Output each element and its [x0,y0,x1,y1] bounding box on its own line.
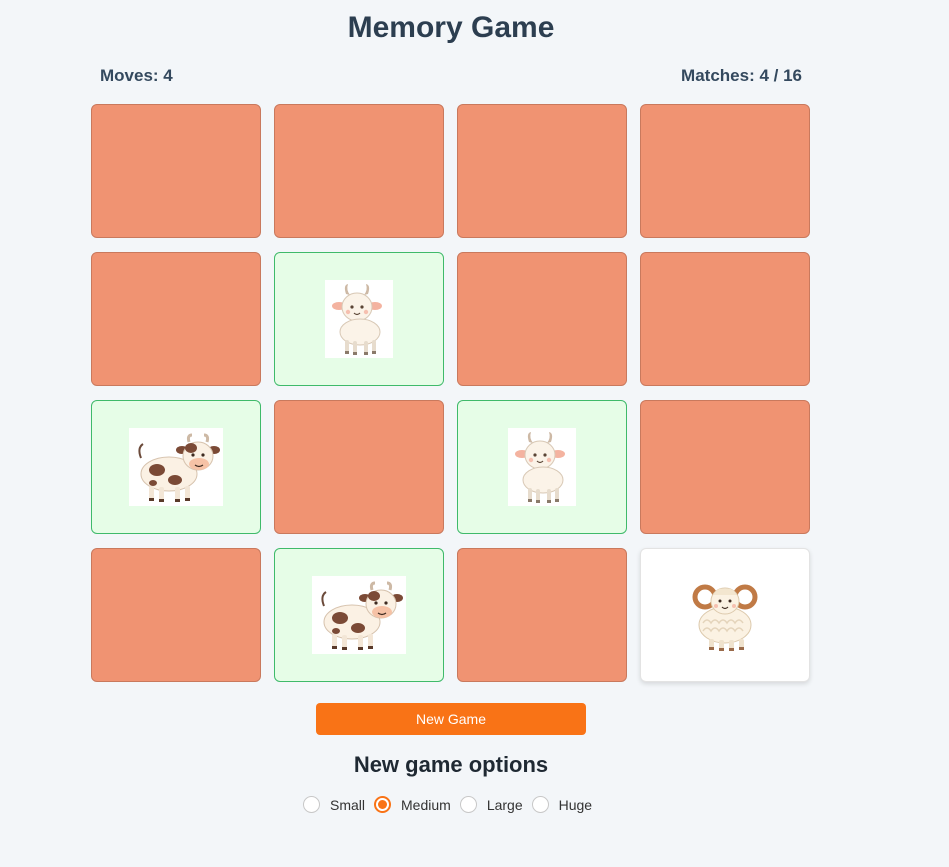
size-radio-large[interactable] [459,796,477,813]
size-radio-small[interactable] [303,796,320,813]
cow-icon [312,576,406,654]
card-hidden[interactable] [274,400,444,534]
size-label-small: Small [330,796,366,813]
card-hidden[interactable] [640,400,810,534]
size-options: Small Medium Large Huge [303,796,601,813]
card-hidden[interactable] [640,252,810,386]
cow-icon [129,428,223,506]
card-hidden[interactable] [457,252,627,386]
size-option-small[interactable]: Small [303,796,365,813]
card-hidden[interactable] [91,548,261,682]
card-hidden[interactable] [91,104,261,238]
moves-counter: Moves: 4 [100,66,173,85]
card-matched[interactable] [274,252,444,386]
size-label-huge: Huge [558,796,593,813]
ram-icon [685,575,765,655]
card-hidden[interactable] [640,104,810,238]
card-matched[interactable] [274,548,444,682]
size-option-medium[interactable]: Medium [374,796,451,813]
goat-icon [508,428,576,506]
size-label-medium: Medium [401,796,451,813]
new-game-button[interactable]: New Game [316,703,586,735]
page-title: Memory Game [347,11,555,44]
card-hidden[interactable] [91,252,261,386]
size-label-large: Large [486,796,523,813]
size-option-large[interactable]: Large [459,796,523,813]
card-hidden[interactable] [274,104,444,238]
matches-counter: Matches: 4 / 16 [681,66,802,85]
options-heading: New game options [353,752,549,777]
size-radio-medium[interactable] [374,796,392,813]
card-hidden[interactable] [457,548,627,682]
game-board [91,104,811,682]
card-hidden[interactable] [457,104,627,238]
card-matched[interactable] [91,400,261,534]
goat-icon [325,280,393,358]
size-radio-huge[interactable] [531,796,549,813]
card-revealed[interactable] [640,548,810,682]
card-matched[interactable] [457,400,627,534]
size-option-huge[interactable]: Huge [531,796,593,813]
